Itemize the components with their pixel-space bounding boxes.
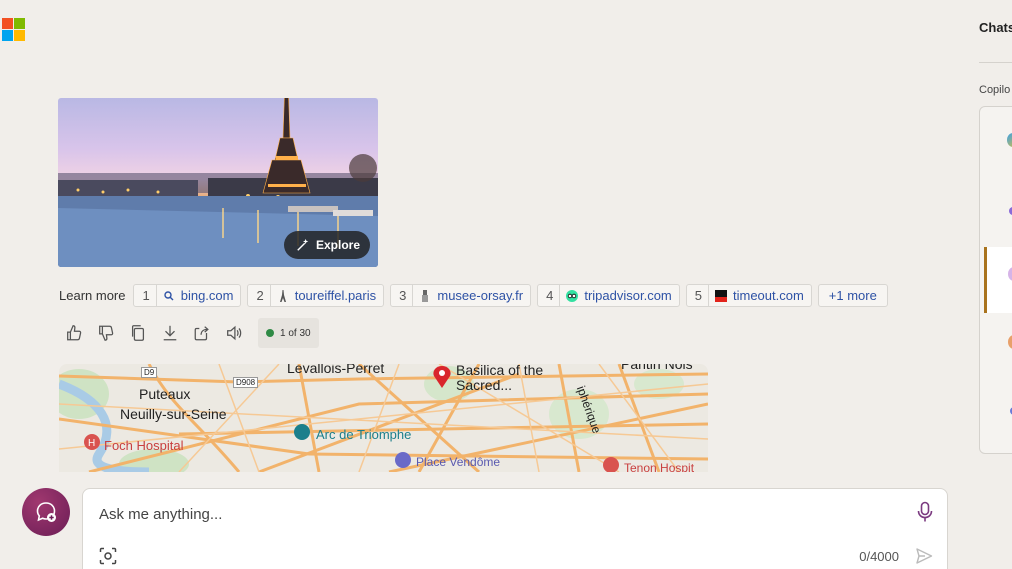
map-preview[interactable]: H D9 D908 Levallois-Perret Basilica of t… <box>59 364 708 472</box>
response-counter: 1 of 30 <box>258 318 319 348</box>
map-label-foch: Foch Hospital <box>104 438 184 453</box>
chat-input-placeholder[interactable]: Ask me anything... <box>99 506 222 523</box>
source-number: 5 <box>687 285 709 306</box>
logo-red-square <box>2 18 13 29</box>
map-label-tenon: Tenon Hospit <box>624 461 695 472</box>
send-icon[interactable] <box>915 547 933 565</box>
map-label-puteaux: Puteaux <box>139 386 191 402</box>
road-tag-d9: D9 <box>141 367 158 378</box>
counter-text: 1 of 30 <box>280 327 311 339</box>
app-icon-4[interactable] <box>1008 335 1012 349</box>
tripadvisor-icon <box>566 289 579 302</box>
more-sources-label: +1 more <box>828 288 877 303</box>
right-panel-divider <box>979 62 1012 63</box>
chats-panel-title: Chats <box>979 20 1012 35</box>
source-chip-bing[interactable]: 1 bing.com <box>133 284 242 307</box>
new-topic-icon <box>36 502 56 522</box>
map-label-sacred: Sacred... <box>456 377 513 393</box>
logo-yellow-square <box>14 30 25 41</box>
image-scan-icon[interactable] <box>99 547 117 565</box>
copy-icon[interactable] <box>128 323 148 343</box>
chat-input-box[interactable]: Ask me anything... 0/4000 <box>82 488 948 569</box>
timeout-icon <box>714 289 727 302</box>
learn-more-row: Learn more 1 bing.com 2 toureiffel.paris… <box>59 284 888 307</box>
source-domain: toureiffel.paris <box>294 288 377 303</box>
learn-more-label: Learn more <box>59 288 126 303</box>
map-label-vendome: Place Vendôme <box>416 455 501 469</box>
map-label-basilica: Basilica of the <box>456 364 544 378</box>
source-domain: tripadvisor.com <box>584 288 672 303</box>
source-chip-musee-orsay[interactable]: 3 musee-orsay.fr <box>390 284 532 307</box>
selected-item-bg <box>984 247 1012 313</box>
source-number: 4 <box>538 285 561 306</box>
eiffel-icon <box>277 289 289 302</box>
new-topic-button[interactable] <box>22 488 70 536</box>
thumbs-up-icon[interactable] <box>64 323 84 343</box>
map-label-pantin: Pantin Nois <box>621 364 693 372</box>
source-domain: bing.com <box>180 288 234 303</box>
road-tag-d908: D908 <box>233 377 259 388</box>
download-icon[interactable] <box>160 323 180 343</box>
selected-item-indicator <box>984 247 987 313</box>
more-sources-button[interactable]: +1 more <box>817 284 888 307</box>
share-icon[interactable] <box>192 323 212 343</box>
source-number: 3 <box>391 285 414 306</box>
message-actions: 1 of 30 <box>64 318 319 348</box>
magic-wand-icon <box>297 238 309 251</box>
bing-search-icon <box>163 290 175 302</box>
source-chip-tripadvisor[interactable]: 4 tripadvisor.com <box>537 284 680 307</box>
copilot-section-label: Copilo <box>979 84 1011 96</box>
logo-green-square <box>14 18 25 29</box>
speaker-icon[interactable] <box>224 323 244 343</box>
source-domain: timeout.com <box>732 288 804 303</box>
musee-orsay-icon <box>419 289 431 302</box>
character-count: 0/4000 <box>859 549 899 564</box>
source-chip-timeout[interactable]: 5 timeout.com <box>685 284 812 307</box>
thumbs-down-icon[interactable] <box>96 323 116 343</box>
copilot-list-card <box>979 106 1012 454</box>
source-number: 2 <box>248 285 271 306</box>
map-label-neuilly: Neuilly-sur-Seine <box>120 406 227 422</box>
svg-text:H: H <box>88 438 95 449</box>
source-domain: musee-orsay.fr <box>437 288 524 303</box>
counter-status-dot <box>266 329 274 337</box>
explore-button[interactable]: Explore <box>284 231 370 259</box>
explore-label: Explore <box>316 238 361 252</box>
source-chip-toureiffel[interactable]: 2 toureiffel.paris <box>247 284 385 307</box>
microphone-icon[interactable] <box>915 501 935 523</box>
copilot-app-icon[interactable] <box>1007 133 1012 147</box>
map-label-arc: Arc de Triomphe <box>316 427 412 442</box>
logo-blue-square <box>2 30 13 41</box>
microsoft-logo[interactable] <box>2 18 25 41</box>
map-label-levallois: Levallois-Perret <box>287 364 385 376</box>
source-number: 1 <box>134 285 157 306</box>
